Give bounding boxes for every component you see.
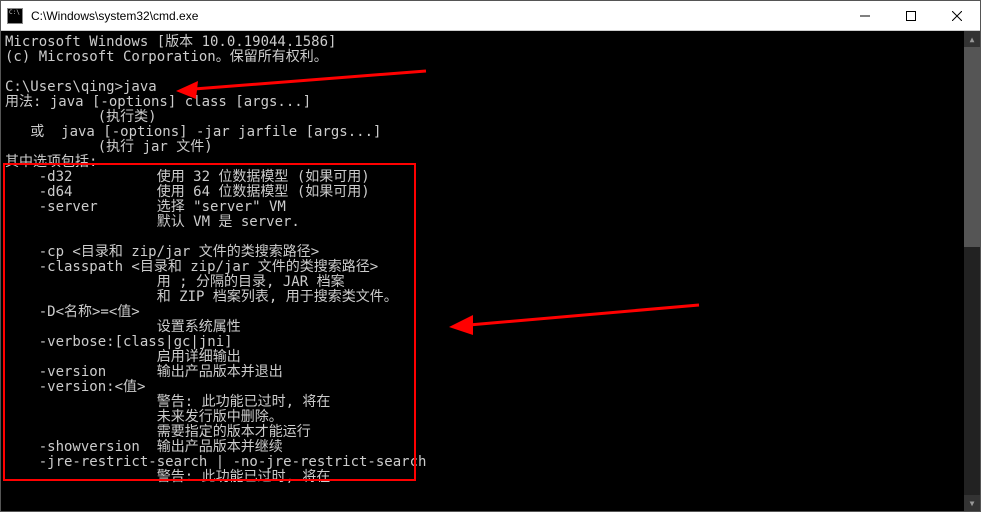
titlebar[interactable]: C:\Windows\system32\cmd.exe [1, 1, 980, 31]
window-title: C:\Windows\system32\cmd.exe [29, 9, 842, 23]
close-button[interactable] [934, 1, 980, 31]
cmd-window: C:\Windows\system32\cmd.exe Microsoft Wi… [0, 0, 981, 512]
minimize-button[interactable] [842, 1, 888, 31]
scroll-thumb[interactable] [964, 47, 980, 247]
cmd-icon [7, 8, 23, 24]
terminal-output[interactable]: Microsoft Windows [版本 10.0.19044.1586] (… [1, 31, 980, 511]
window-controls [842, 1, 980, 31]
maximize-button[interactable] [888, 1, 934, 31]
scroll-up-button[interactable]: ▲ [964, 31, 980, 47]
app-icon [1, 1, 29, 31]
vertical-scrollbar[interactable]: ▲ ▼ [964, 31, 980, 511]
scroll-down-button[interactable]: ▼ [964, 495, 980, 511]
